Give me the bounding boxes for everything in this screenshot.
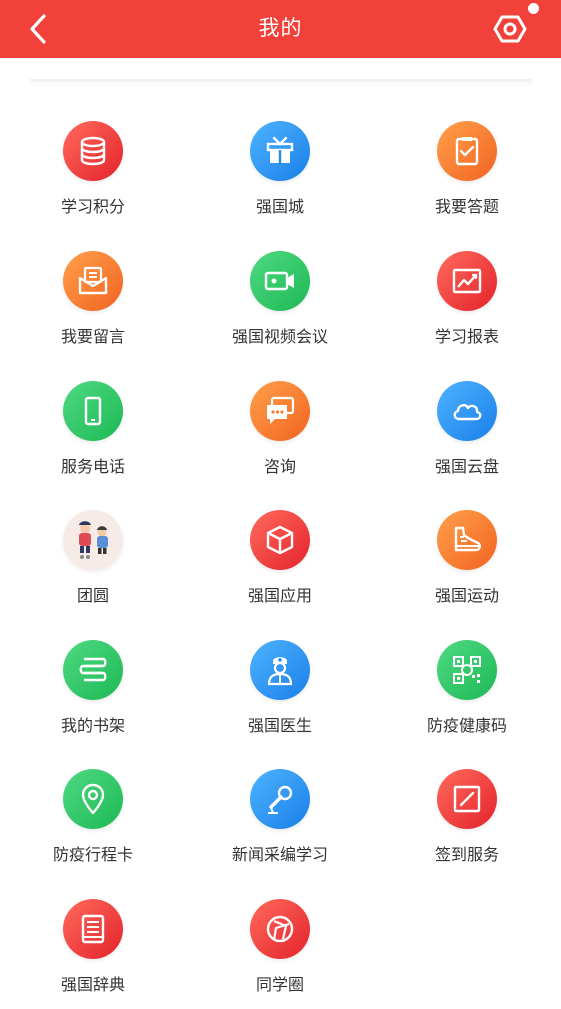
menu-item-qiangguo-dictionary[interactable]: 强国辞典	[8, 899, 178, 1009]
menu-item-label: 强国应用	[247, 586, 312, 605]
menu-item-check-in-service[interactable]: 签到服务	[382, 769, 552, 879]
menu-item-label: 服务电话	[60, 457, 125, 476]
menu-item-my-bookshelf[interactable]: 我的书架	[8, 640, 178, 750]
running-shoe-icon	[437, 510, 497, 570]
menu-item-label: 学习积分	[60, 197, 125, 216]
dictionary-book-icon	[63, 899, 123, 959]
sign-in-icon	[437, 769, 497, 829]
menu-item-label: 强国云盘	[434, 457, 499, 476]
menu-item-label: 强国城	[255, 197, 304, 216]
menu-item-qiangguo-mall[interactable]: 强国城	[195, 121, 365, 231]
menu-item-label: 团圆	[76, 586, 109, 605]
menu-item-label: 签到服务	[434, 845, 499, 864]
trend-chart-icon	[437, 251, 497, 311]
gift-box-icon	[250, 121, 310, 181]
menu-item-label: 防疫健康码	[426, 716, 507, 735]
bookshelf-icon	[63, 640, 123, 700]
reunion-illustration-icon	[63, 510, 123, 570]
menu-item-consult[interactable]: 咨询	[195, 381, 365, 491]
location-pin-icon	[63, 769, 123, 829]
menu-item-label: 防疫行程卡	[52, 845, 133, 864]
menu-item-health-code[interactable]: 防疫健康码	[382, 640, 552, 750]
menu-item-qiangguo-apps[interactable]: 强国应用	[195, 510, 365, 620]
video-camera-icon	[250, 251, 310, 311]
aperture-circle-icon	[250, 899, 310, 959]
cube-icon	[250, 510, 310, 570]
menu-item-classmates-circle[interactable]: 同学圈	[195, 899, 365, 1009]
menu-item-reunion[interactable]: 团圆	[8, 510, 178, 620]
menu-item-label: 学习报表	[434, 327, 499, 346]
clipboard-check-icon	[437, 121, 497, 181]
menu-item-leave-message[interactable]: 我要留言	[8, 251, 178, 361]
menu-item-answer-quiz[interactable]: 我要答题	[382, 121, 552, 231]
menu-item-label: 咨询	[263, 457, 296, 476]
menu-item-trip-card[interactable]: 防疫行程卡	[8, 769, 178, 879]
menu-item-label: 强国视频会议	[231, 327, 328, 346]
menu-item-label: 强国医生	[247, 716, 312, 735]
menu-item-cloud-drive[interactable]: 强国云盘	[382, 381, 552, 491]
chat-bubble-icon	[250, 381, 310, 441]
cloud-icon	[437, 381, 497, 441]
menu-item-label: 强国辞典	[60, 975, 125, 994]
menu-item-label: 强国运动	[434, 586, 499, 605]
qr-code-icon	[437, 640, 497, 700]
microphone-icon	[250, 769, 310, 829]
menu-item-service-phone[interactable]: 服务电话	[8, 381, 178, 491]
database-icon	[63, 121, 123, 181]
menu-grid: 学习积分 强国城 我要答题 我要留言 强国视频会议 学习报表 服务电话 咨询 强…	[0, 0, 561, 1000]
menu-item-qiangguo-doctor[interactable]: 强国医生	[195, 640, 365, 750]
menu-item-label: 我要答题	[434, 197, 499, 216]
menu-item-study-points[interactable]: 学习积分	[8, 121, 178, 231]
menu-item-label: 同学圈	[255, 975, 304, 994]
menu-item-label: 我要留言	[60, 327, 125, 346]
menu-item-video-meeting[interactable]: 强国视频会议	[195, 251, 365, 361]
menu-item-news-editing-study[interactable]: 新闻采编学习	[195, 769, 365, 879]
envelope-letter-icon	[63, 251, 123, 311]
menu-item-label: 我的书架	[60, 716, 125, 735]
menu-item-study-report[interactable]: 学习报表	[382, 251, 552, 361]
doctor-icon	[250, 640, 310, 700]
menu-item-qiangguo-sports[interactable]: 强国运动	[382, 510, 552, 620]
menu-item-label: 新闻采编学习	[231, 845, 328, 864]
mobile-phone-icon	[63, 381, 123, 441]
